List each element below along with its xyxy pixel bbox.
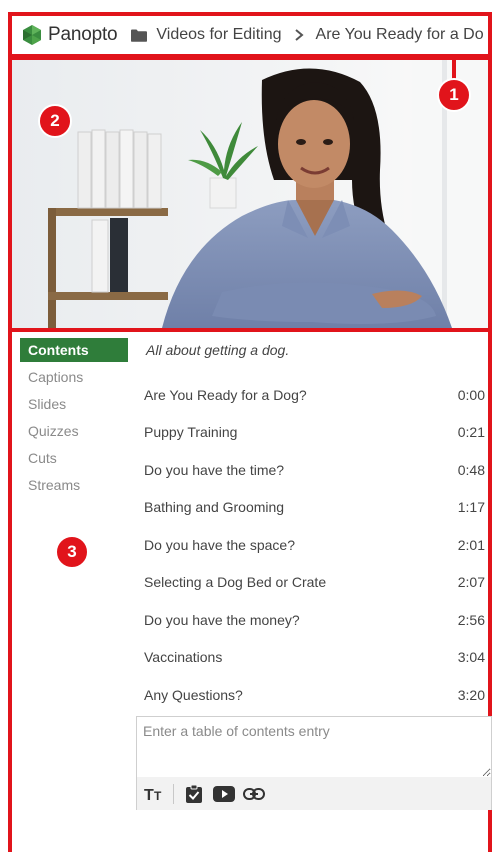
annotation-badge-3: 3 — [55, 535, 89, 569]
toc-entry-time: 0:48 — [457, 461, 485, 478]
editor-sidenav: Contents Captions Slides Quizzes Cuts St… — [20, 338, 128, 499]
tab-slides[interactable]: Slides — [20, 391, 128, 418]
header-bar: Panopto Videos for Editing Are You Ready… — [8, 12, 492, 58]
toc-entry[interactable]: Are You Ready for a Dog? 0:00 — [136, 376, 488, 414]
toc-entry[interactable]: Do you have the space? 2:01 — [136, 526, 488, 564]
checklist-icon[interactable] — [183, 783, 205, 805]
table-of-contents: All about getting a dog. Are You Ready f… — [136, 338, 488, 714]
toc-entry[interactable]: Do you have the time? 0:48 — [136, 451, 488, 489]
link-icon[interactable] — [243, 783, 265, 805]
tab-streams[interactable]: Streams — [20, 472, 128, 499]
toc-heading[interactable]: All about getting a dog. — [136, 338, 488, 362]
youtube-icon[interactable] — [213, 783, 235, 805]
toc-entry-time: 3:20 — [457, 686, 485, 703]
toc-entry-title: Do you have the space? — [144, 536, 295, 553]
toc-entry-time: 0:00 — [457, 386, 485, 403]
toc-entry-time: 2:07 — [457, 574, 485, 591]
text-format-icon[interactable]: T T — [143, 783, 165, 805]
video-player[interactable] — [8, 56, 492, 332]
toc-entry[interactable]: Bathing and Grooming 1:17 — [136, 489, 488, 527]
video-frame-image — [12, 60, 488, 328]
toc-entry-title: Are You Ready for a Dog? — [144, 386, 307, 403]
svg-text:T: T — [144, 787, 154, 802]
toc-list: Are You Ready for a Dog? 0:00 Puppy Trai… — [136, 376, 488, 714]
annotation-badge-2: 2 — [38, 104, 72, 138]
toolbar-divider — [173, 783, 174, 804]
tab-captions[interactable]: Captions — [20, 364, 128, 391]
brand-name[interactable]: Panopto — [48, 24, 118, 46]
toc-entry[interactable]: Selecting a Dog Bed or Crate 2:07 — [136, 564, 488, 602]
tab-cuts[interactable]: Cuts — [20, 445, 128, 472]
toc-entry-title: Puppy Training — [144, 424, 238, 441]
toc-entry-time: 1:17 — [457, 499, 485, 516]
toc-entry[interactable]: Do you have the money? 2:56 — [136, 601, 488, 639]
toc-entry-time: 3:04 — [457, 649, 485, 666]
toc-entry-title: Do you have the money? — [144, 611, 300, 628]
breadcrumb-current-session: Are You Ready for a Do — [315, 26, 484, 43]
toc-entry[interactable]: Puppy Training 0:21 — [136, 414, 488, 452]
toc-entry[interactable]: Any Questions? 3:20 — [136, 676, 488, 714]
toc-entry-title: Vaccinations — [144, 649, 223, 666]
toc-entry-title: Do you have the time? — [144, 461, 285, 478]
editor-panel: Contents Captions Slides Quizzes Cuts St… — [8, 328, 492, 852]
breadcrumb-folder-link[interactable]: Videos for Editing — [156, 26, 281, 44]
toc-entry-time: 2:01 — [457, 536, 485, 553]
toc-entry-time: 2:56 — [457, 611, 485, 628]
tab-contents[interactable]: Contents — [20, 338, 128, 362]
toc-entry-title: Bathing and Grooming — [144, 499, 285, 516]
toc-entry-editor: T T — [136, 716, 492, 810]
toc-entry-input[interactable] — [137, 717, 491, 777]
folder-icon — [131, 29, 148, 42]
annotation-badge-1: 1 — [437, 78, 471, 112]
tab-quizzes[interactable]: Quizzes — [20, 418, 128, 445]
toc-entry[interactable]: Vaccinations 3:04 — [136, 639, 488, 677]
entry-toolbar: T T — [137, 777, 491, 810]
annotation-connector — [452, 56, 456, 80]
toc-entry-title: Any Questions? — [144, 686, 243, 703]
panopto-logo-icon[interactable] — [20, 23, 44, 47]
svg-text:T: T — [154, 789, 162, 802]
chevron-right-icon — [294, 29, 304, 41]
toc-entry-title: Selecting a Dog Bed or Crate — [144, 574, 327, 591]
toc-entry-time: 0:21 — [457, 424, 485, 441]
